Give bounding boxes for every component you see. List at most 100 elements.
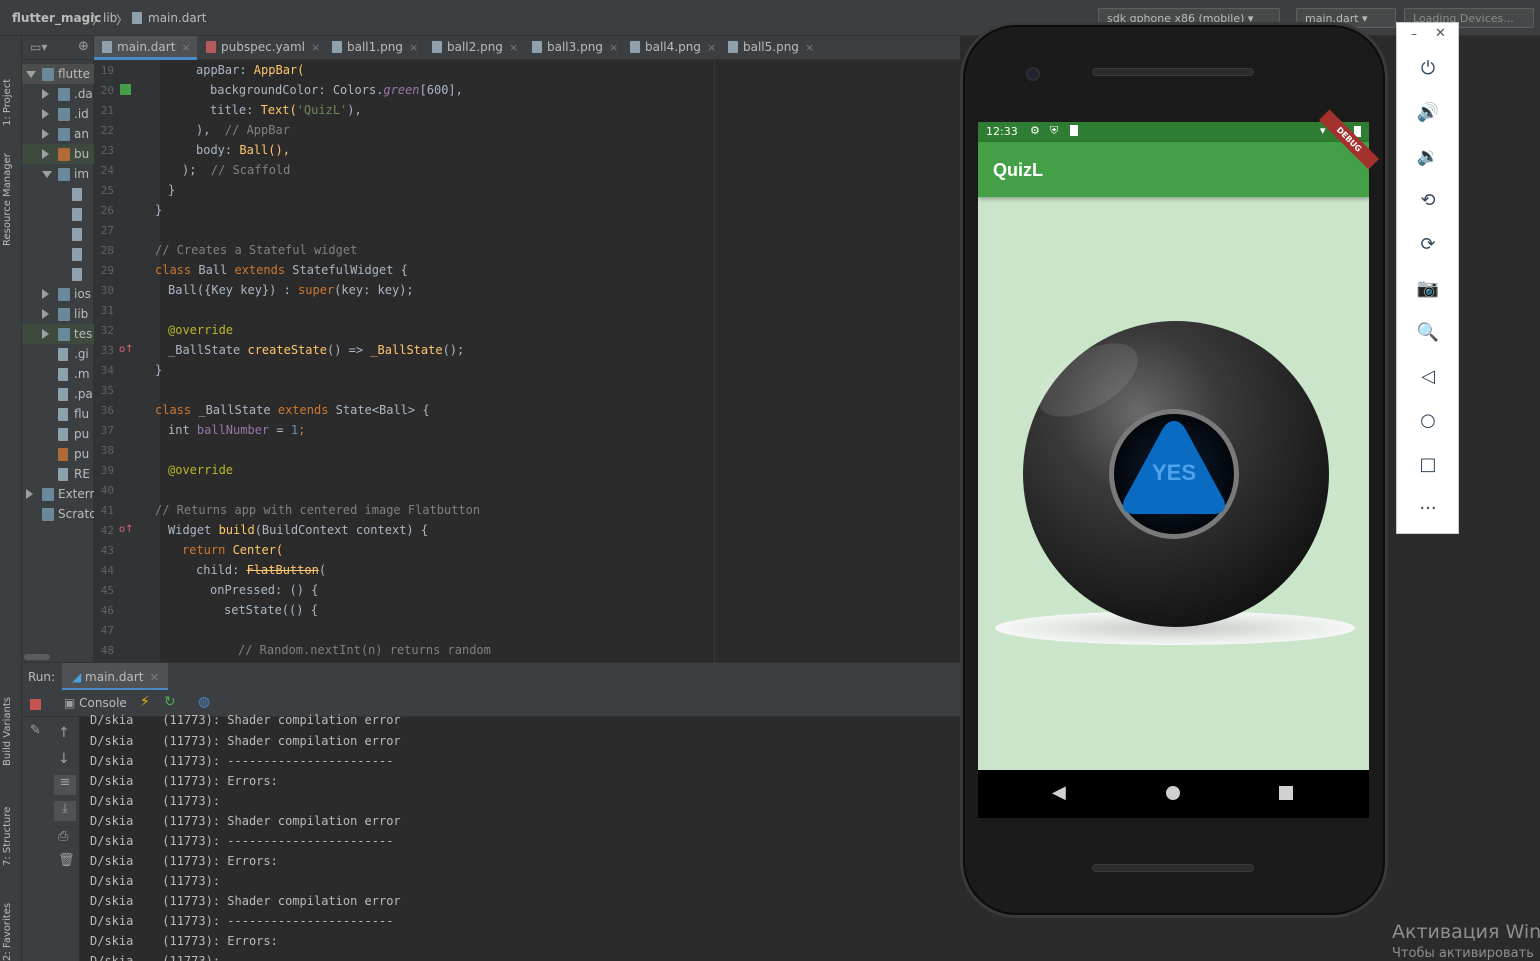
tree-item[interactable]: .pa: [22, 384, 94, 404]
tool-tab-project[interactable]: 1: Project: [2, 46, 20, 126]
image-file-icon: [728, 41, 738, 53]
chevron-down-icon[interactable]: [26, 71, 36, 78]
volume-up-icon[interactable]: 🔊: [1415, 99, 1441, 125]
tree-item[interactable]: Scrato: [22, 504, 97, 524]
project-scrollbar[interactable]: [24, 654, 50, 660]
close-icon[interactable]: ×: [409, 41, 418, 54]
tool-tab-favorites[interactable]: 2: Favorites: [2, 881, 20, 961]
tree-item[interactable]: pu: [22, 444, 94, 464]
tree-item[interactable]: im: [22, 164, 94, 184]
home-icon[interactable]: ○: [1415, 407, 1441, 433]
tree-item[interactable]: [22, 244, 94, 264]
tool-tab-structure[interactable]: 7: Structure: [2, 786, 20, 866]
tree-item[interactable]: flu: [22, 404, 94, 424]
nav-home-icon[interactable]: [1166, 786, 1180, 800]
tree-item[interactable]: ios: [22, 284, 94, 304]
breadcrumb-project[interactable]: flutter_magic: [12, 11, 101, 25]
close-icon[interactable]: ×: [805, 41, 814, 54]
tool-tab-build-variants[interactable]: Build Variants: [2, 676, 20, 766]
close-icon[interactable]: ×: [311, 41, 320, 54]
tree-item[interactable]: [22, 224, 94, 244]
tree-item[interactable]: [22, 184, 94, 204]
tree-item[interactable]: an: [22, 124, 94, 144]
print-icon[interactable]: ⎙: [58, 829, 68, 844]
override-marker-icon[interactable]: o↑: [119, 524, 134, 535]
tree-item[interactable]: bu: [22, 144, 94, 164]
camera-icon[interactable]: 📷: [1415, 275, 1441, 301]
editor-tab[interactable]: ball1.png ×: [324, 36, 424, 60]
editor-tab[interactable]: ball4.png ×: [622, 36, 722, 60]
tool-tab-resource-manager[interactable]: Resource Manager: [2, 136, 20, 246]
zoom-icon[interactable]: 🔍: [1415, 319, 1441, 345]
tree-item[interactable]: .da: [22, 84, 94, 104]
editor-tab[interactable]: ball3.png ×: [524, 36, 624, 60]
editor-tab[interactable]: ball5.png ×: [720, 36, 820, 60]
breadcrumb-file[interactable]: main.dart: [148, 11, 206, 25]
code-line-39: @override: [168, 463, 234, 477]
stop-icon[interactable]: [30, 699, 41, 710]
chevron-right-icon[interactable]: [42, 89, 49, 99]
devtools-icon[interactable]: ◍: [198, 694, 210, 710]
editor-tab-label: ball2.png: [447, 40, 503, 54]
nav-overview-icon[interactable]: [1279, 786, 1293, 800]
tree-item[interactable]: [22, 264, 94, 284]
close-icon[interactable]: ×: [149, 670, 159, 684]
soft-wrap-icon[interactable]: ≡: [54, 775, 76, 795]
color-swatch-icon[interactable]: [120, 84, 131, 95]
editor-tab[interactable]: pubspec.yaml ×: [198, 36, 326, 60]
more-icon[interactable]: ···: [1415, 495, 1441, 521]
rotate-left-icon[interactable]: ⟲: [1415, 187, 1441, 213]
crosshair-icon[interactable]: ⊕: [78, 39, 89, 54]
scroll-up-icon[interactable]: ↑: [58, 725, 70, 741]
editor-tab[interactable]: main.dart ×: [94, 36, 197, 60]
rotate-right-icon[interactable]: ⟳: [1415, 231, 1441, 257]
tree-item-label: .da: [74, 87, 93, 101]
hot-reload-icon[interactable]: ⚡: [140, 694, 150, 710]
tree-item[interactable]: .gi: [22, 344, 94, 364]
back-icon[interactable]: ◁: [1415, 363, 1441, 389]
chevron-down-icon[interactable]: [42, 171, 52, 178]
trash-icon[interactable]: 🗑: [58, 853, 75, 868]
chevron-right-icon[interactable]: [26, 489, 33, 499]
close-icon[interactable]: ×: [609, 41, 618, 54]
chevron-right-icon[interactable]: [42, 329, 49, 339]
tree-item[interactable]: .m: [22, 364, 94, 384]
image-file-icon: [532, 41, 542, 53]
pin-icon[interactable]: ✎: [30, 723, 41, 738]
tree-item[interactable]: flutte: [22, 64, 94, 84]
tree-item[interactable]: pu: [22, 424, 94, 444]
chevron-right-icon[interactable]: [42, 129, 49, 139]
chevron-right-icon[interactable]: [42, 149, 49, 159]
close-icon[interactable]: ✕: [1435, 26, 1446, 41]
power-icon[interactable]: ⏻: [1415, 55, 1441, 81]
line-number: 24: [100, 164, 114, 177]
volume-down-icon[interactable]: 🔉: [1415, 143, 1441, 169]
override-marker-icon[interactable]: o↑: [119, 344, 134, 355]
chevron-right-icon[interactable]: [42, 109, 49, 119]
tree-item-label: .gi: [74, 347, 89, 361]
tree-item[interactable]: [22, 204, 94, 224]
minimize-icon[interactable]: –: [1411, 27, 1417, 41]
overview-icon[interactable]: □: [1415, 451, 1441, 477]
scroll-to-end-icon[interactable]: ⤓: [54, 801, 76, 821]
tree-item[interactable]: tes: [22, 324, 94, 344]
panel-view-icon[interactable]: ▭▾: [30, 40, 47, 54]
close-icon[interactable]: ×: [707, 41, 716, 54]
close-icon[interactable]: ×: [509, 41, 518, 54]
chevron-right-icon[interactable]: [42, 309, 49, 319]
magic-ball[interactable]: YES: [978, 300, 1369, 660]
editor-tab[interactable]: ball2.png ×: [424, 36, 524, 60]
tree-item-label: pu: [74, 427, 90, 441]
run-config-tab[interactable]: ◢ main.dart ×: [62, 663, 168, 691]
nav-back-icon[interactable]: ◀: [1052, 782, 1066, 803]
line-number: 21: [100, 104, 114, 117]
tree-item[interactable]: RE: [22, 464, 94, 484]
chevron-right-icon[interactable]: [42, 289, 49, 299]
tree-item[interactable]: Extern: [22, 484, 97, 504]
close-icon[interactable]: ×: [181, 41, 190, 54]
tree-item[interactable]: lib: [22, 304, 94, 324]
console-tab[interactable]: ▣ Console: [64, 696, 127, 710]
tree-item[interactable]: .id: [22, 104, 94, 124]
hot-restart-icon[interactable]: ↻: [164, 694, 176, 710]
scroll-down-icon[interactable]: ↓: [58, 751, 70, 767]
